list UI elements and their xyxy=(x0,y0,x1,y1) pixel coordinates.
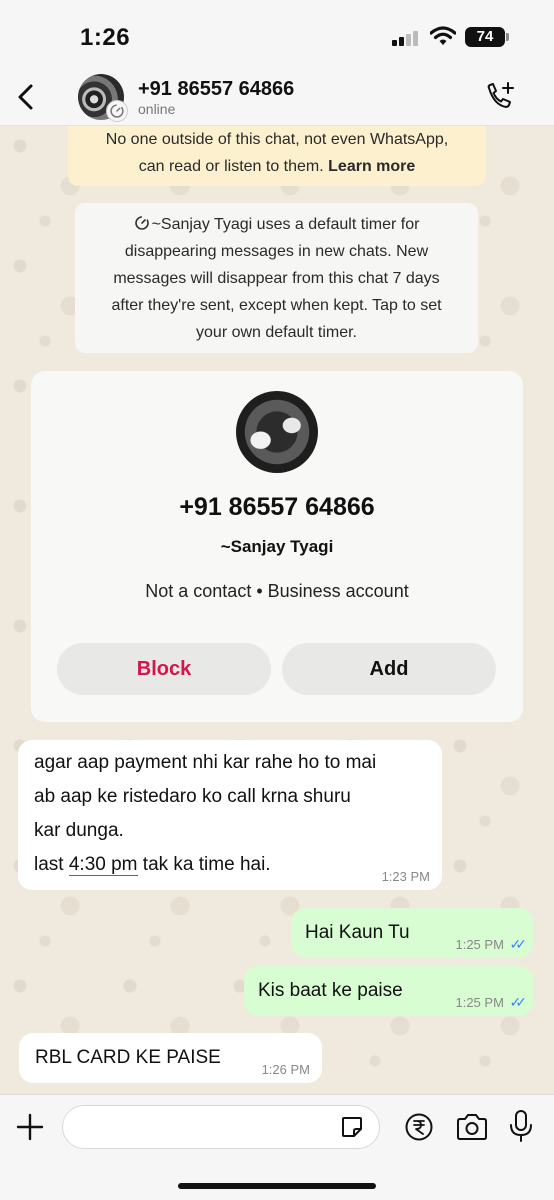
read-receipt-icon: ✓✓ xyxy=(509,994,528,1010)
disappearing-timer-icon xyxy=(106,100,128,122)
message-line: agar aap payment nhi kar rahe ho to mai xyxy=(34,752,377,773)
message-line: kar dunga. xyxy=(34,820,124,841)
home-indicator xyxy=(178,1183,376,1189)
header-contact-number[interactable]: +91 86557 64866 xyxy=(138,78,294,101)
disappearing-timer-icon xyxy=(134,216,149,230)
battery-indicator: 74 xyxy=(465,27,505,47)
status-time: 1:26 xyxy=(80,24,131,51)
status-bar: 1:26 74 xyxy=(0,0,554,70)
disappearing-messages-notice[interactable]: ~Sanjay Tyagi uses a default timer for d… xyxy=(75,203,478,353)
add-call-icon[interactable] xyxy=(484,82,516,112)
encryption-notice-line2: can read or listen to them. Learn more xyxy=(68,153,486,180)
camera-icon[interactable] xyxy=(455,1113,489,1141)
message-timestamp: 1:23 PM xyxy=(381,869,430,884)
chat-header: +91 86557 64866 online xyxy=(0,70,554,126)
message-input[interactable] xyxy=(62,1105,380,1149)
add-contact-button[interactable]: Add xyxy=(282,643,496,695)
message-text: last xyxy=(34,854,69,875)
microphone-icon[interactable] xyxy=(508,1109,534,1143)
message-text: Kis baat ke paise xyxy=(258,980,403,1001)
timer-notice-line: disappearing messages in new chats. New xyxy=(124,243,429,260)
message-timestamp: 1:26 PM xyxy=(261,1062,310,1077)
block-button[interactable]: Block xyxy=(57,643,271,695)
encryption-notice[interactable]: No one outside of this chat, not even Wh… xyxy=(68,126,486,186)
timer-notice-line: messages will disappear from this chat 7… xyxy=(113,270,440,287)
back-chevron-icon[interactable] xyxy=(14,82,38,112)
read-receipt-icon: ✓✓ xyxy=(509,936,528,952)
card-contact-name: ~Sanjay Tyagi xyxy=(220,537,334,556)
contact-profile-photo[interactable] xyxy=(236,391,318,473)
card-contact-number: +91 86557 64866 xyxy=(179,493,375,521)
cellular-signal-icon xyxy=(392,30,422,46)
message-line: ab aap ke ristedaro ko call krna shuru xyxy=(34,786,351,807)
message-input-bar xyxy=(0,1094,554,1200)
battery-nub xyxy=(506,33,509,41)
learn-more-link[interactable]: Learn more xyxy=(328,158,415,175)
message-text: tak ka time hai. xyxy=(137,854,271,875)
outgoing-message[interactable]: Hai Kaun Tu 1:25 PM ✓✓ xyxy=(291,908,533,958)
header-contact-status: online xyxy=(138,101,176,117)
message-text: RBL CARD KE PAISE xyxy=(35,1047,221,1068)
sticker-icon[interactable] xyxy=(340,1115,364,1139)
timer-notice-line: after they're sent, except when kept. Ta… xyxy=(111,297,442,314)
timer-notice-line: your own default timer. xyxy=(196,324,357,341)
incoming-message[interactable]: RBL CARD KE PAISE 1:26 PM xyxy=(19,1033,322,1083)
encryption-notice-text: can read or listen to them. xyxy=(138,158,324,175)
wifi-icon xyxy=(430,26,456,45)
outgoing-message[interactable]: Kis baat ke paise 1:25 PM ✓✓ xyxy=(244,966,533,1016)
message-timestamp: 1:25 PM xyxy=(455,937,504,952)
rupee-payment-icon[interactable] xyxy=(404,1112,434,1142)
message-text: Hai Kaun Tu xyxy=(305,922,410,943)
card-contact-type: Not a contact • Business account xyxy=(145,581,409,601)
incoming-message[interactable]: agar aap payment nhi kar rahe ho to mai … xyxy=(18,740,442,890)
message-timestamp: 1:25 PM xyxy=(455,995,504,1010)
timer-notice-line: ~Sanjay Tyagi uses a default timer for xyxy=(85,211,468,238)
contact-info-card: +91 86557 64866 ~Sanjay Tyagi Not a cont… xyxy=(31,371,523,722)
encryption-notice-line1: No one outside of this chat, not even Wh… xyxy=(105,131,449,148)
plus-icon[interactable] xyxy=(16,1113,44,1141)
message-line: last 4:30 pm tak ka time hai. xyxy=(34,848,426,882)
time-link[interactable]: 4:30 pm xyxy=(68,854,138,876)
timer-notice-text: ~Sanjay Tyagi uses a default timer for xyxy=(151,216,420,233)
